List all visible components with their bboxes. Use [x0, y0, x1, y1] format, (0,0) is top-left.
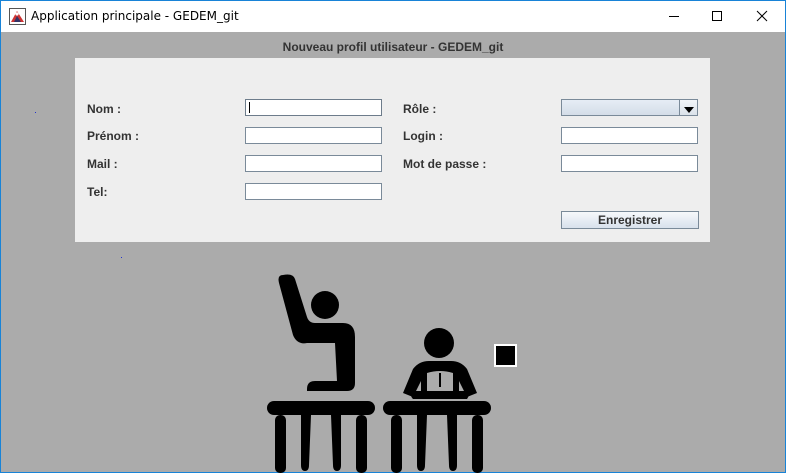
role-label: Rôle :	[403, 102, 437, 116]
close-icon	[756, 7, 768, 26]
prenom-input[interactable]	[245, 127, 382, 144]
password-label: Mot de passe :	[403, 157, 487, 171]
role-select[interactable]	[561, 99, 698, 116]
text-caret	[249, 102, 250, 113]
maximize-button[interactable]	[694, 1, 740, 32]
page-title: Nouveau profil utilisateur - GEDEM_git	[282, 40, 504, 54]
dropdown-button[interactable]	[679, 100, 697, 115]
client-area: Nouveau profil utilisateur - GEDEM_git N…	[1, 32, 785, 473]
decorative-dot	[35, 112, 36, 113]
login-input[interactable]	[561, 127, 698, 144]
close-button[interactable]	[739, 1, 785, 32]
chevron-down-icon	[683, 98, 694, 117]
password-input[interactable]	[561, 155, 698, 172]
title-bar[interactable]: Application principale - GEDEM_git	[1, 1, 785, 32]
user-profile-form: Nom : Prénom : Mail : Tel: Rôle : Login …	[75, 58, 710, 242]
java-app-icon	[9, 8, 26, 25]
students-at-desks-icon	[263, 269, 523, 473]
mail-input[interactable]	[245, 155, 382, 172]
prenom-label: Prénom :	[87, 129, 140, 143]
maximize-icon	[711, 7, 723, 26]
minimize-icon	[668, 7, 680, 26]
minimize-button[interactable]	[651, 1, 697, 32]
window-title: Application principale - GEDEM_git	[31, 9, 239, 23]
tel-label: Tel:	[87, 185, 108, 199]
nom-input[interactable]	[245, 99, 382, 116]
tel-input[interactable]	[245, 183, 382, 200]
login-label: Login :	[403, 129, 443, 143]
application-window: Application principale - GEDEM_git Nouve…	[0, 0, 786, 473]
status-indicator	[494, 344, 517, 367]
nom-label: Nom :	[87, 102, 121, 116]
mail-label: Mail :	[87, 157, 118, 171]
decorative-dot	[121, 257, 122, 258]
save-button[interactable]: Enregistrer	[561, 211, 699, 229]
